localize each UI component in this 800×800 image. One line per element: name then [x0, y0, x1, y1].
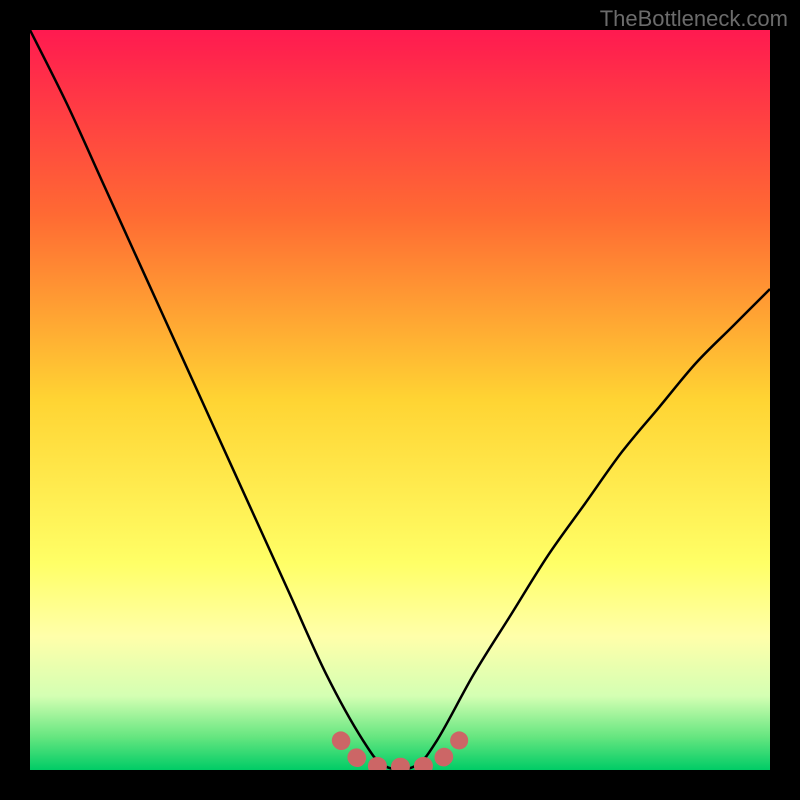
chart-plot: [30, 30, 770, 770]
chart-svg: [30, 30, 770, 770]
watermark-label: TheBottleneck.com: [600, 6, 788, 32]
chart-background: [30, 30, 770, 770]
